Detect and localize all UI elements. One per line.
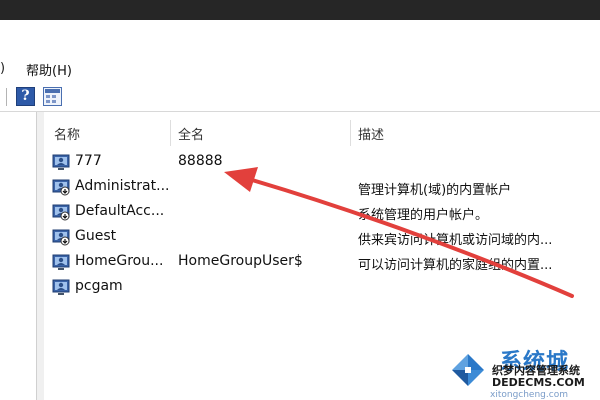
list-item[interactable]: 777 88888	[46, 150, 600, 175]
disabled-user-account-icon	[52, 229, 70, 246]
menu-bar: ) 帮助(H)	[0, 56, 600, 82]
column-header-description[interactable]: 描述	[358, 124, 384, 143]
watermark-domain: DEDECMS.COM	[492, 376, 585, 389]
column-header-fullname[interactable]: 全名	[178, 124, 204, 143]
user-name: DefaultAcc...	[75, 203, 165, 219]
column-divider[interactable]	[170, 120, 171, 146]
menu-item-fragment[interactable]: )	[0, 61, 5, 76]
tree-pane[interactable]	[0, 112, 44, 400]
user-name: pcgam	[75, 278, 123, 294]
disabled-user-account-icon	[52, 204, 70, 221]
site-logo-icon	[448, 350, 488, 390]
user-account-icon	[52, 279, 70, 295]
list-item[interactable]: Administrat... 管理计算机(域)的内置帐户	[46, 175, 600, 200]
user-description: 供来宾访问计算机或访问域的内...	[358, 233, 553, 248]
user-name: Administrat...	[75, 178, 170, 194]
user-name: HomeGrou...	[75, 253, 164, 269]
help-icon[interactable]: ?	[16, 87, 35, 106]
tree-pane-scrollbar[interactable]	[36, 112, 44, 400]
user-name: 777	[75, 153, 102, 169]
watermark-url: xitongcheng.com	[490, 390, 568, 400]
site-watermark: 系统城 织梦内容管理系统 DEDECMS.COM xitongcheng.com	[444, 344, 600, 400]
menu-help[interactable]: 帮助(H)	[26, 60, 72, 79]
window-header-band	[0, 20, 600, 56]
user-fullname: HomeGroupUser$	[178, 253, 303, 269]
user-description: 管理计算机(域)的内置帐户	[358, 183, 512, 198]
column-divider[interactable]	[350, 120, 351, 146]
toolbar: ?	[0, 82, 600, 112]
user-description: 系统管理的用户帐户。	[358, 208, 489, 223]
disabled-user-account-icon	[52, 179, 70, 196]
user-description: 可以访问计算机的家庭组的内置...	[358, 258, 553, 273]
column-header-name[interactable]: 名称	[54, 124, 80, 143]
show-hide-pane-icon[interactable]	[43, 87, 62, 106]
user-fullname: 88888	[178, 153, 223, 169]
list-header: 名称 全名 描述	[46, 118, 600, 146]
list-item[interactable]: pcgam	[46, 275, 600, 300]
window-title-bar	[0, 0, 600, 20]
toolbar-separator	[6, 88, 7, 106]
list-item[interactable]: DefaultAcc... 系统管理的用户帐户。	[46, 200, 600, 225]
list-item[interactable]: HomeGrou... HomeGroupUser$ 可以访问计算机的家庭组的内…	[46, 250, 600, 275]
user-account-icon	[52, 154, 70, 170]
user-account-icon	[52, 254, 70, 270]
user-name: Guest	[75, 228, 117, 244]
list-item[interactable]: Guest 供来宾访问计算机或访问域的内...	[46, 225, 600, 250]
